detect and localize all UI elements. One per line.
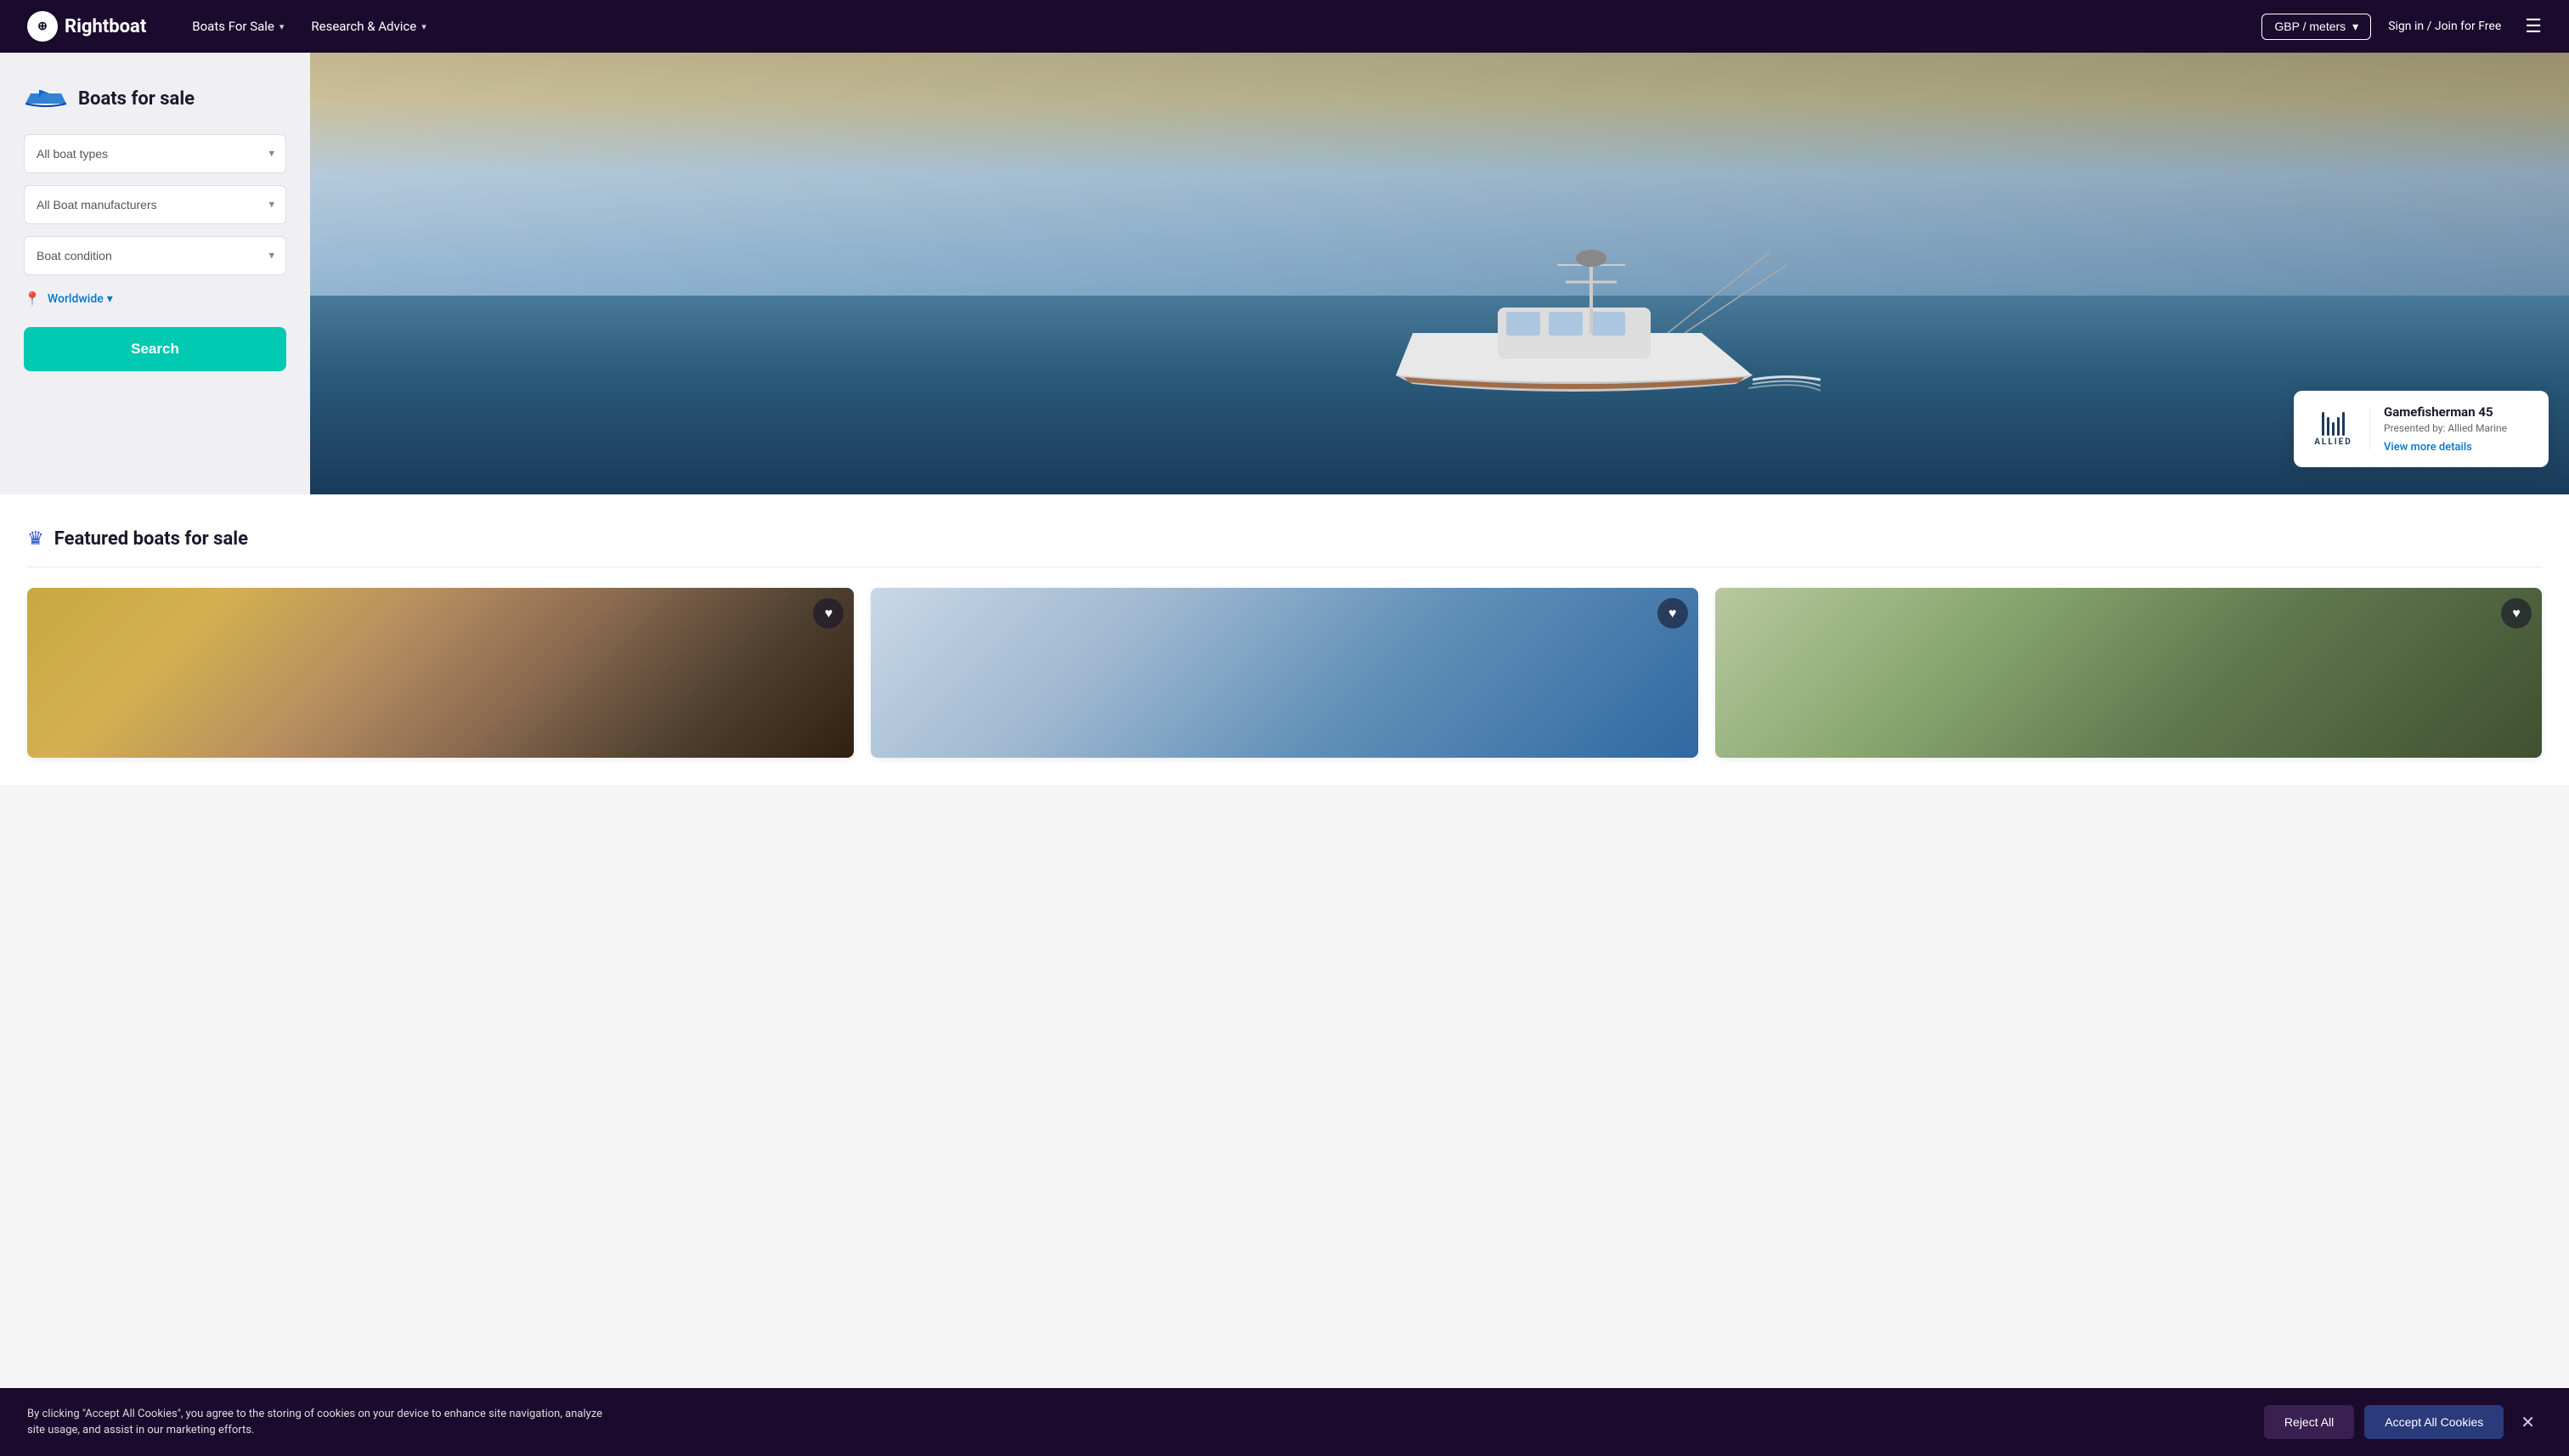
favorite-button[interactable]: ♥ [2501, 598, 2532, 629]
crown-icon: ♛ [27, 528, 44, 550]
featured-title: Featured boats for sale [54, 528, 248, 550]
manufacturer-select[interactable]: All Boat manufacturers Beneteau Jeanneau… [24, 185, 286, 224]
hamburger-icon[interactable]: ☰ [2525, 16, 2542, 37]
featured-section: ♛ Featured boats for sale ♥ ♥ ♥ [0, 494, 2569, 785]
hero-section: Boats for sale All boat types Sailboat M… [0, 53, 2569, 494]
list-item: ♥ [27, 588, 854, 758]
signin-link[interactable]: Sign in / Join for Free [2388, 20, 2501, 33]
hero-image: ALLIED Gamefisherman 45 Presented by: Al… [310, 53, 2569, 494]
boat-type-select-wrapper: All boat types Sailboat Motorboat Yacht … [24, 134, 286, 173]
reject-cookies-button[interactable]: Reject All [2264, 1405, 2354, 1439]
favorite-button[interactable]: ♥ [813, 598, 844, 629]
search-button[interactable]: Search [24, 327, 286, 371]
navbar-right: GBP / meters ▾ Sign in / Join for Free ☰ [2261, 14, 2542, 40]
chevron-down-icon: ▾ [421, 21, 426, 32]
boat-icon [24, 87, 68, 110]
hero-boat-image [1345, 240, 1821, 426]
cookie-message: By clicking "Accept All Cookies", you ag… [27, 1406, 605, 1439]
search-sidebar: Boats for sale All boat types Sailboat M… [0, 53, 310, 494]
list-item: ♥ [1715, 588, 2542, 758]
logo[interactable]: ⊕ Rightboat [27, 11, 146, 42]
view-details-link[interactable]: View more details [2384, 441, 2472, 454]
allied-lines-icon [2322, 412, 2345, 436]
boat-card-image: ♥ [1715, 588, 2542, 758]
boat-card-image: ♥ [871, 588, 1697, 758]
location-row: 📍 Worldwide ▾ [24, 287, 286, 310]
featured-header: ♛ Featured boats for sale [27, 528, 2542, 567]
sidebar-heading: Boats for sale [78, 88, 195, 110]
navbar: ⊕ Rightboat Boats For Sale ▾ Research & … [0, 0, 2569, 53]
condition-select-wrapper: Boat condition New Used ▾ [24, 236, 286, 275]
list-item: ♥ [871, 588, 1697, 758]
allied-marine-logo: ALLIED [2311, 408, 2370, 450]
currency-selector[interactable]: GBP / meters ▾ [2261, 14, 2371, 40]
boat-info-card: ALLIED Gamefisherman 45 Presented by: Al… [2294, 391, 2549, 467]
logo-icon: ⊕ [27, 11, 58, 42]
cookie-actions: Reject All Accept All Cookies ✕ [2264, 1405, 2542, 1439]
boat-name: Gamefisherman 45 [2384, 404, 2507, 420]
boat-presenter: Presented by: Allied Marine [2384, 422, 2507, 434]
chevron-down-icon: ▾ [2352, 20, 2358, 34]
featured-boats-grid: ♥ ♥ ♥ [27, 588, 2542, 758]
boat-card-image: ♥ [27, 588, 854, 758]
nav-links: Boats For Sale ▾ Research & Advice ▾ [180, 12, 2261, 41]
boat-card-details: Gamefisherman 45 Presented by: Allied Ma… [2384, 404, 2507, 454]
nav-boats-for-sale[interactable]: Boats For Sale ▾ [180, 12, 296, 41]
location-pin-icon: 📍 [24, 291, 41, 307]
cookie-banner: By clicking "Accept All Cookies", you ag… [0, 1388, 2569, 1456]
condition-select[interactable]: Boat condition New Used [24, 236, 286, 275]
brand-name: Rightboat [65, 16, 146, 37]
favorite-button[interactable]: ♥ [1657, 598, 1688, 629]
accept-cookies-button[interactable]: Accept All Cookies [2364, 1405, 2504, 1439]
location-link[interactable]: Worldwide ▾ [48, 292, 113, 306]
manufacturer-select-wrapper: All Boat manufacturers Beneteau Jeanneau… [24, 185, 286, 224]
close-cookie-banner-icon[interactable]: ✕ [2514, 1408, 2542, 1436]
boat-type-select[interactable]: All boat types Sailboat Motorboat Yacht … [24, 134, 286, 173]
sidebar-title-row: Boats for sale [24, 87, 286, 110]
chevron-down-icon: ▾ [107, 292, 113, 306]
chevron-down-icon: ▾ [279, 21, 285, 32]
nav-research-advice[interactable]: Research & Advice ▾ [299, 12, 438, 41]
